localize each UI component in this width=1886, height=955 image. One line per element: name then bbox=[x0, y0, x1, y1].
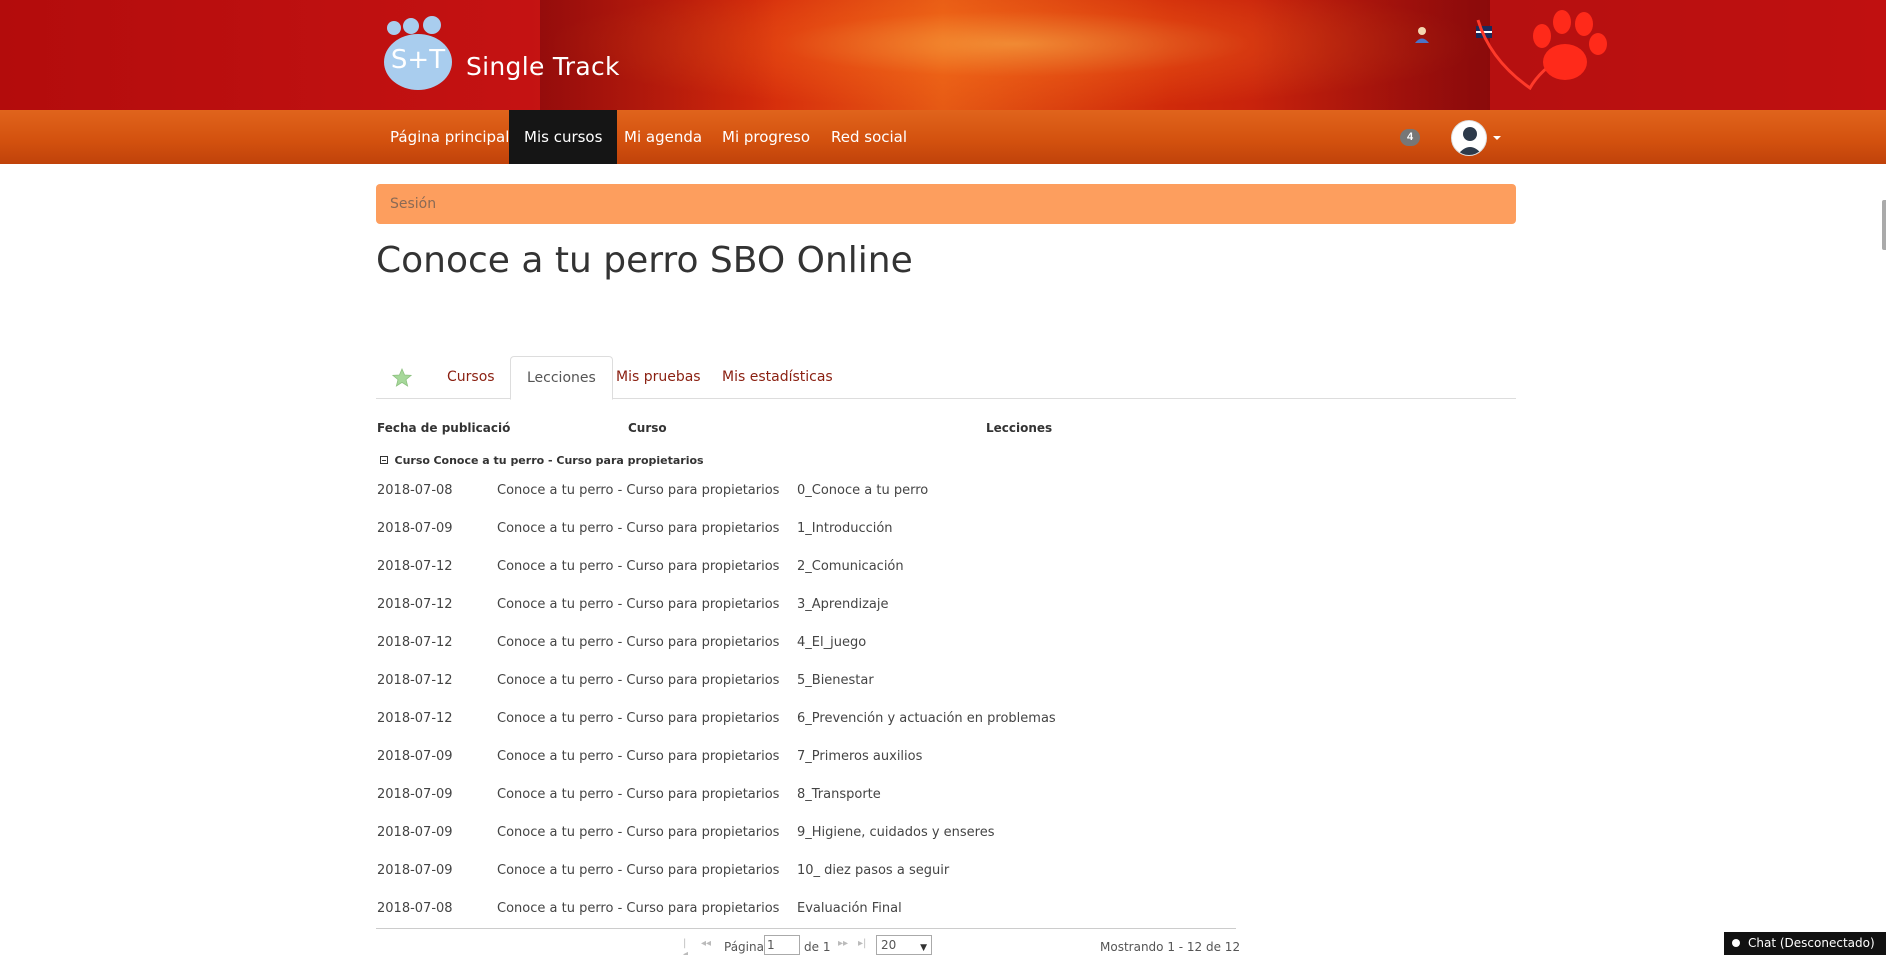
cell-course: Conoce a tu perro - Curso para propietar… bbox=[497, 673, 780, 688]
tab-lessons[interactable]: Lecciones bbox=[510, 356, 613, 400]
nav-item-my-courses[interactable]: Mis cursos bbox=[509, 110, 618, 164]
table-row[interactable]: 2018-07-09 Conoce a tu perro - Curso par… bbox=[377, 852, 1237, 890]
last-page-icon[interactable]: ▸| bbox=[858, 938, 866, 949]
group-name: Conoce a tu perro - Curso para propietar… bbox=[433, 454, 704, 467]
table-row[interactable]: 2018-07-09 Conoce a tu perro - Curso par… bbox=[377, 510, 1237, 548]
logo-letters: S+T bbox=[391, 45, 445, 75]
breadcrumb: Sesión bbox=[376, 184, 1516, 224]
column-header-course[interactable]: Curso bbox=[628, 421, 667, 435]
chat-button[interactable]: Chat (Desconectado) bbox=[1724, 932, 1886, 955]
side-handle[interactable] bbox=[1882, 200, 1886, 250]
cell-date: 2018-07-09 bbox=[377, 863, 453, 878]
cell-lesson[interactable]: 1_Introducción bbox=[797, 521, 893, 536]
chevron-down-icon[interactable] bbox=[1493, 136, 1501, 140]
chevron-down-icon: ▼ bbox=[920, 943, 927, 953]
cell-lesson[interactable]: 10_ diez pasos a seguir bbox=[797, 863, 949, 878]
pager-info: Mostrando 1 - 12 de 12 bbox=[1100, 940, 1241, 954]
column-header-date[interactable]: Fecha de publicació bbox=[377, 421, 510, 435]
cell-date: 2018-07-12 bbox=[377, 635, 453, 650]
cell-date: 2018-07-12 bbox=[377, 597, 453, 612]
cell-lesson[interactable]: 4_El_juego bbox=[797, 635, 866, 650]
cell-lesson[interactable]: 8_Transporte bbox=[797, 787, 881, 802]
cell-lesson[interactable]: 0_Conoce a tu perro bbox=[797, 483, 928, 498]
star-icon[interactable] bbox=[392, 368, 412, 388]
tab-bar: Cursos Lecciones Mis pruebas Mis estadís… bbox=[376, 356, 1516, 400]
table-row[interactable]: 2018-07-12 Conoce a tu perro - Curso par… bbox=[377, 700, 1237, 738]
cell-lesson[interactable]: Evaluación Final bbox=[797, 901, 902, 916]
cell-lesson[interactable]: 9_Higiene, cuidados y enseres bbox=[797, 825, 995, 840]
table-row[interactable]: 2018-07-12 Conoce a tu perro - Curso par… bbox=[377, 586, 1237, 624]
site-logo[interactable]: S+T Single Track bbox=[378, 14, 638, 94]
page-size-select[interactable]: 20 ▼ bbox=[876, 935, 932, 955]
header-banner: S+T Single Track bbox=[0, 0, 1886, 110]
nav-item-social[interactable]: Red social bbox=[816, 110, 922, 164]
cell-course: Conoce a tu perro - Curso para propietar… bbox=[497, 635, 780, 650]
table-row[interactable]: 2018-07-08 Conoce a tu perro - Curso par… bbox=[377, 472, 1237, 510]
table-row[interactable]: 2018-07-09 Conoce a tu perro - Curso par… bbox=[377, 776, 1237, 814]
status-dot-icon bbox=[1732, 939, 1740, 947]
nav-item-home[interactable]: Página principal bbox=[375, 110, 524, 164]
cell-course: Conoce a tu perro - Curso para propietar… bbox=[497, 711, 780, 726]
nav-item-progress[interactable]: Mi progreso bbox=[707, 110, 825, 164]
cell-date: 2018-07-12 bbox=[377, 711, 453, 726]
table-row[interactable]: 2018-07-09 Conoce a tu perro - Curso par… bbox=[377, 814, 1237, 852]
first-page-icon[interactable]: |◂ bbox=[683, 938, 688, 955]
page-total: de 1 bbox=[804, 940, 831, 954]
cell-course: Conoce a tu perro - Curso para propietar… bbox=[497, 483, 780, 498]
logo-text: Single Track bbox=[466, 52, 620, 81]
cell-course: Conoce a tu perro - Curso para propietar… bbox=[497, 863, 780, 878]
cell-lesson[interactable]: 3_Aprendizaje bbox=[797, 597, 888, 612]
table-divider bbox=[376, 928, 1236, 929]
next-page-icon[interactable]: ▸▸ bbox=[838, 938, 848, 949]
cell-date: 2018-07-09 bbox=[377, 521, 453, 536]
cell-lesson[interactable]: 2_Comunicación bbox=[797, 559, 904, 574]
cell-course: Conoce a tu perro - Curso para propietar… bbox=[497, 825, 780, 840]
cell-lesson[interactable]: 5_Bienestar bbox=[797, 673, 874, 688]
cell-course: Conoce a tu perro - Curso para propietar… bbox=[497, 521, 780, 536]
table-row[interactable]: 2018-07-12 Conoce a tu perro - Curso par… bbox=[377, 662, 1237, 700]
paw-heart-icon bbox=[1476, 10, 1607, 90]
cell-course: Conoce a tu perro - Curso para propietar… bbox=[497, 559, 780, 574]
banner-shade bbox=[540, 0, 1490, 110]
group-prefix: Curso bbox=[394, 454, 430, 467]
collapse-icon[interactable] bbox=[380, 456, 388, 464]
cell-date: 2018-07-08 bbox=[377, 901, 453, 916]
table-row[interactable]: 2018-07-12 Conoce a tu perro - Curso par… bbox=[377, 548, 1237, 586]
tab-courses[interactable]: Cursos bbox=[431, 356, 511, 399]
nav-item-agenda[interactable]: Mi agenda bbox=[609, 110, 717, 164]
chat-label: Chat (Desconectado) bbox=[1748, 936, 1875, 950]
tab-my-stats[interactable]: Mis estadísticas bbox=[706, 356, 849, 399]
prev-page-icon[interactable]: ◂◂ bbox=[701, 938, 711, 949]
table-row[interactable]: 2018-07-09 Conoce a tu perro - Curso par… bbox=[377, 738, 1237, 776]
cell-date: 2018-07-09 bbox=[377, 749, 453, 764]
group-row: Curso Conoce a tu perro - Curso para pro… bbox=[380, 454, 704, 467]
page-input[interactable]: 1 bbox=[764, 935, 800, 955]
user-icon[interactable] bbox=[1414, 26, 1430, 44]
cell-date: 2018-07-08 bbox=[377, 483, 453, 498]
cell-date: 2018-07-09 bbox=[377, 825, 453, 840]
avatar[interactable] bbox=[1451, 120, 1487, 156]
main-nav: Página principal Mis cursos Mi agenda Mi… bbox=[0, 110, 1886, 164]
table-row[interactable]: 2018-07-08 Conoce a tu perro - Curso par… bbox=[377, 890, 1237, 928]
cell-lesson[interactable]: 7_Primeros auxilios bbox=[797, 749, 922, 764]
page-size-value: 20 bbox=[881, 938, 897, 952]
column-header-lessons[interactable]: Lecciones bbox=[986, 421, 1052, 435]
cell-course: Conoce a tu perro - Curso para propietar… bbox=[497, 749, 780, 764]
table-row[interactable]: 2018-07-12 Conoce a tu perro - Curso par… bbox=[377, 624, 1237, 662]
page-title: Conoce a tu perro SBO Online bbox=[376, 240, 913, 281]
page-label: Página bbox=[724, 940, 764, 954]
cell-course: Conoce a tu perro - Curso para propietar… bbox=[497, 787, 780, 802]
tab-my-tests[interactable]: Mis pruebas bbox=[600, 356, 717, 399]
cell-lesson[interactable]: 6_Prevención y actuación en problemas bbox=[797, 711, 1056, 726]
cell-course: Conoce a tu perro - Curso para propietar… bbox=[497, 597, 780, 612]
notification-badge[interactable]: 4 bbox=[1400, 129, 1420, 146]
logo-mark-icon: S+T bbox=[384, 16, 452, 90]
cell-date: 2018-07-09 bbox=[377, 787, 453, 802]
cell-date: 2018-07-12 bbox=[377, 673, 453, 688]
cell-course: Conoce a tu perro - Curso para propietar… bbox=[497, 901, 780, 916]
cell-date: 2018-07-12 bbox=[377, 559, 453, 574]
